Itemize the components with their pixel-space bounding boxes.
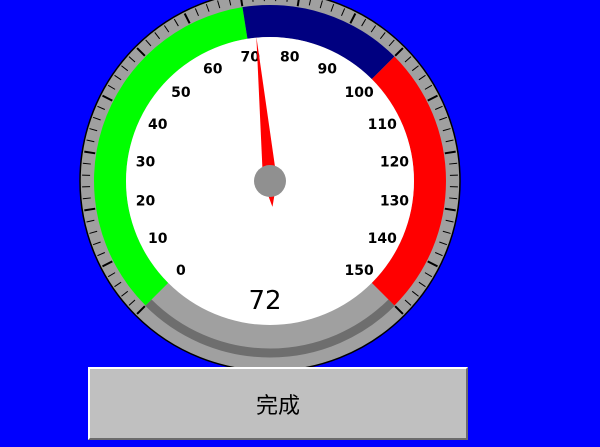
gauge-tick-label: 140 bbox=[368, 231, 397, 247]
gauge-tick-label: 10 bbox=[148, 231, 168, 247]
gauge-tick-label: 0 bbox=[176, 263, 186, 279]
done-button[interactable]: 完成 bbox=[88, 367, 468, 440]
gauge-needle-hub bbox=[254, 165, 286, 197]
gauge-tick-label: 20 bbox=[136, 194, 156, 210]
gauge-tick-label: 90 bbox=[317, 62, 337, 78]
gauge-tick-label: 50 bbox=[171, 85, 191, 101]
gauge-tick-label: 40 bbox=[148, 117, 168, 133]
gauge-tick-label: 130 bbox=[380, 194, 409, 210]
gauge-tick-label: 30 bbox=[136, 154, 156, 170]
gauge-tick-label: 80 bbox=[280, 50, 300, 66]
gauge-tick-label: 100 bbox=[344, 85, 373, 101]
gauge-value-readout: 72 bbox=[248, 286, 281, 316]
gauge-tick-label: 150 bbox=[344, 263, 373, 279]
gauge-tick-label: 110 bbox=[368, 117, 397, 133]
gauge-tick-label: 60 bbox=[203, 62, 223, 78]
gauge-tick-label: 120 bbox=[380, 154, 409, 170]
